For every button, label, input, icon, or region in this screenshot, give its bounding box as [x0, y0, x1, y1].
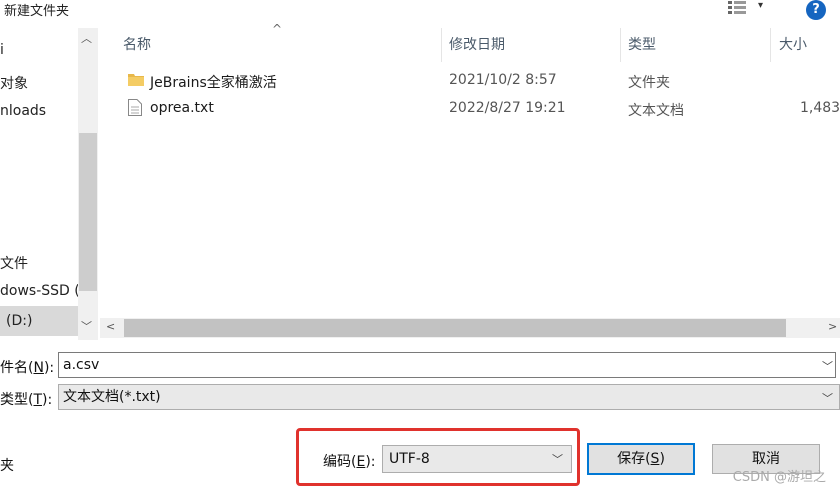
scroll-left-icon[interactable]: <: [106, 320, 115, 333]
file-row[interactable]: oprea.txt 2022/8/27 19:21 文本文档 1,483: [120, 96, 840, 122]
nav-item[interactable]: i: [0, 42, 4, 58]
hide-folders-toggle[interactable]: 夹: [0, 455, 14, 475]
help-icon[interactable]: ?: [806, 0, 826, 20]
filetype-label: 类型(T):: [0, 392, 53, 408]
save-button[interactable]: 保存(S): [587, 443, 695, 475]
file-name: oprea.txt: [150, 100, 214, 116]
column-divider[interactable]: [441, 28, 442, 62]
chevron-down-icon[interactable]: ﹀: [822, 390, 833, 406]
column-header-size[interactable]: 大小: [779, 34, 807, 54]
nav-item-documents[interactable]: 文件: [0, 253, 28, 273]
file-type: 文件夹: [628, 75, 670, 91]
toolbar: [0, 0, 840, 22]
filetype-select[interactable]: 文本文档(*.txt): [58, 384, 840, 410]
nav-item[interactable]: 对象: [0, 73, 28, 93]
scroll-down-icon[interactable]: ﹀: [81, 318, 92, 334]
scroll-up-icon[interactable]: ︿: [81, 30, 92, 46]
column-header-name[interactable]: 名称: [123, 34, 151, 54]
column-header-modified[interactable]: 修改日期: [449, 34, 505, 54]
new-folder-button[interactable]: 新建文件夹: [4, 0, 69, 19]
file-row[interactable]: JeBrains全家桶激活 2021/10/2 8:57 文件夹: [120, 68, 840, 94]
watermark: CSDN @游坦之: [732, 470, 826, 485]
filename-input[interactable]: a.csv: [58, 352, 836, 378]
nav-scrollbar-thumb[interactable]: [79, 133, 97, 291]
chevron-down-icon[interactable]: ﹀: [822, 358, 833, 374]
filename-label: 件名(N):: [0, 360, 55, 376]
folder-icon: [128, 72, 144, 90]
scroll-right-icon[interactable]: >: [828, 320, 837, 333]
view-dropdown-arrow-icon[interactable]: ▾: [758, 0, 763, 11]
view-options-icon[interactable]: [728, 1, 746, 15]
encoding-select[interactable]: UTF-8: [382, 445, 572, 473]
file-modified: 2021/10/2 8:57: [449, 72, 557, 88]
text-file-icon: [128, 99, 142, 120]
chevron-down-icon[interactable]: ﹀: [552, 451, 563, 467]
sort-ascending-icon: ^: [272, 22, 283, 36]
file-size: 1,483: [800, 100, 840, 116]
file-type: 文本文档: [628, 103, 684, 119]
nav-item-downloads[interactable]: nloads: [0, 103, 46, 119]
encoding-label: 编码(E):: [323, 454, 376, 470]
column-divider[interactable]: [770, 28, 771, 62]
column-header-type[interactable]: 类型: [628, 34, 656, 54]
column-divider[interactable]: [620, 28, 621, 62]
file-modified: 2022/8/27 19:21: [449, 100, 566, 116]
nav-item-windows-ssd[interactable]: dows-SSD (: [0, 283, 80, 299]
file-name: JeBrains全家桶激活: [150, 75, 277, 91]
horizontal-scrollbar-thumb[interactable]: [124, 319, 786, 337]
nav-item-drive-d[interactable]: (D:): [6, 313, 32, 329]
